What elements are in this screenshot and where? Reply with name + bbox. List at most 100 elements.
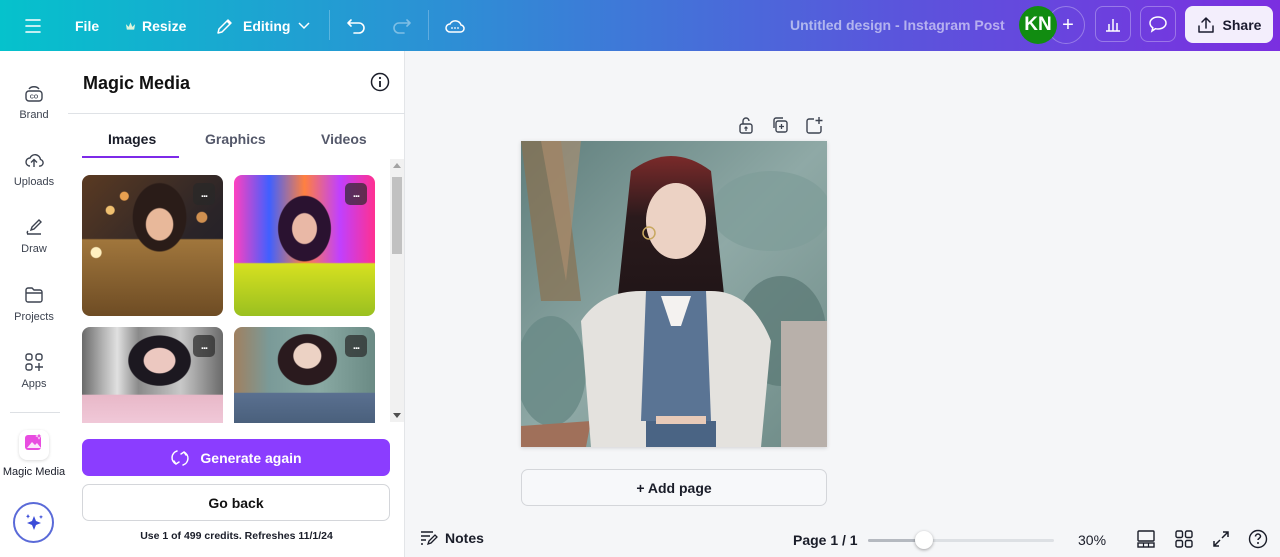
- bar-chart-icon: [1106, 19, 1120, 32]
- rail-item-projects[interactable]: Projects: [0, 285, 68, 323]
- tab-videos[interactable]: Videos: [321, 131, 367, 147]
- notes-icon: [421, 531, 438, 546]
- grid-view-button[interactable]: [1174, 529, 1194, 554]
- comment-icon: [1149, 16, 1167, 33]
- page-view-icon: [1137, 530, 1155, 548]
- editing-label: Editing: [243, 17, 291, 34]
- refresh-icon: [171, 449, 190, 466]
- scroll-up-arrow[interactable]: [393, 163, 401, 168]
- rail-label: Draw: [21, 243, 47, 255]
- rail-label: Apps: [21, 378, 47, 390]
- side-rail: CO Brand Uploads Draw Projects Apps Magi…: [0, 51, 68, 557]
- rail-item-magic-media[interactable]: Magic Media: [0, 430, 68, 478]
- hamburger-icon: [25, 18, 41, 33]
- panel-title: Magic Media: [83, 73, 191, 93]
- comments-button[interactable]: [1140, 6, 1176, 42]
- duplicate-page-button[interactable]: [770, 115, 790, 140]
- magic-media-panel: Magic Media Images Graphics Videos ... .…: [68, 51, 405, 557]
- main-menu-button[interactable]: [24, 0, 42, 51]
- redo-button[interactable]: [390, 0, 412, 51]
- plus-icon: +: [1062, 13, 1074, 36]
- rail-item-draw[interactable]: Draw: [0, 217, 68, 255]
- pen-icon: [26, 219, 42, 235]
- rail-item-uploads[interactable]: Uploads: [0, 150, 68, 188]
- info-button[interactable]: [370, 72, 390, 97]
- add-page-label: + Add page: [636, 479, 712, 496]
- tab-graphics[interactable]: Graphics: [205, 131, 266, 147]
- rail-item-brand[interactable]: CO Brand: [0, 83, 68, 121]
- fullscreen-button[interactable]: [1211, 529, 1231, 554]
- zoom-slider-thumb[interactable]: [914, 531, 933, 549]
- resize-label: Resize: [142, 17, 187, 34]
- expand-icon: [1213, 531, 1229, 547]
- generate-again-label: Generate again: [200, 449, 302, 466]
- user-avatar[interactable]: KN: [1019, 6, 1057, 44]
- active-tab-indicator: [82, 156, 179, 158]
- notes-button[interactable]: Notes: [420, 530, 484, 546]
- ellipsis-icon: ...: [352, 188, 360, 200]
- divider: [329, 10, 330, 40]
- brand-icon: CO: [25, 86, 43, 102]
- resize-button[interactable]: Resize: [125, 0, 186, 51]
- more-options-button[interactable]: ...: [345, 183, 367, 205]
- top-bar: File Resize Editing Untitled design - In…: [0, 0, 1280, 51]
- unlock-page-button[interactable]: [736, 115, 756, 140]
- more-options-button[interactable]: ...: [193, 183, 215, 205]
- file-menu-button[interactable]: File: [75, 0, 99, 51]
- share-label: Share: [1222, 16, 1262, 33]
- design-page[interactable]: [521, 141, 827, 447]
- more-options-button[interactable]: ...: [193, 335, 215, 357]
- rail-label: Uploads: [13, 176, 55, 188]
- undo-icon: [347, 18, 365, 34]
- page-view-button[interactable]: [1136, 529, 1156, 554]
- tab-images[interactable]: Images: [108, 131, 156, 147]
- rail-label: Projects: [14, 311, 54, 323]
- zoom-percentage[interactable]: 30%: [1078, 532, 1106, 548]
- rail-item-apps[interactable]: Apps: [0, 352, 68, 390]
- file-label: File: [75, 17, 100, 34]
- add-page-icon-button[interactable]: [804, 115, 824, 140]
- folder-icon: [25, 287, 43, 303]
- apps-icon: [25, 353, 43, 371]
- pencil-icon: [217, 18, 232, 34]
- rail-label: Brand: [19, 109, 49, 121]
- insights-button[interactable]: [1095, 6, 1131, 42]
- help-icon: [1248, 529, 1268, 549]
- svg-text:CO: CO: [30, 95, 39, 101]
- info-icon: [370, 72, 390, 92]
- generated-image[interactable]: ...: [234, 327, 375, 423]
- ellipsis-icon: ...: [352, 340, 360, 352]
- generate-again-button[interactable]: Generate again: [82, 439, 390, 476]
- document-title[interactable]: Untitled design - Instagram Post: [790, 0, 1005, 51]
- generated-image[interactable]: ...: [82, 327, 223, 423]
- editing-mode-dropdown[interactable]: Editing: [215, 0, 310, 51]
- page-indicator[interactable]: Page 1 / 1: [793, 532, 858, 548]
- notes-label: Notes: [445, 530, 484, 546]
- magic-media-icon: [25, 432, 43, 450]
- help-button[interactable]: [1248, 529, 1268, 554]
- add-page-button[interactable]: + Add page: [521, 469, 827, 506]
- page-toolbar: [736, 115, 824, 140]
- unlock-icon: [739, 117, 753, 134]
- scroll-thumb[interactable]: [392, 177, 402, 254]
- generated-image[interactable]: ...: [234, 175, 375, 316]
- scroll-down-arrow[interactable]: [393, 413, 401, 418]
- bottom-bar: Notes Page 1 / 1 30%: [406, 522, 1280, 557]
- generated-image[interactable]: ...: [82, 175, 223, 316]
- share-button[interactable]: Share: [1185, 6, 1273, 43]
- add-page-icon: [806, 117, 823, 134]
- rail-divider: [10, 412, 60, 413]
- undo-button[interactable]: [346, 0, 368, 51]
- cloud-upload-icon: [25, 154, 44, 167]
- magic-assistant-button[interactable]: [13, 502, 54, 543]
- chevron-down-icon: [298, 21, 310, 29]
- image-grid-scrollbar[interactable]: [390, 159, 404, 422]
- page-image[interactable]: [521, 141, 827, 447]
- save-status-button[interactable]: [444, 0, 466, 51]
- credits-text: Use 1 of 499 credits. Refreshes 11/1/24: [140, 530, 333, 542]
- crown-icon: [125, 21, 136, 30]
- zoom-slider[interactable]: [868, 531, 1054, 549]
- canvas-area: + Add page: [406, 51, 1280, 557]
- go-back-button[interactable]: Go back: [82, 484, 390, 521]
- more-options-button[interactable]: ...: [345, 335, 367, 357]
